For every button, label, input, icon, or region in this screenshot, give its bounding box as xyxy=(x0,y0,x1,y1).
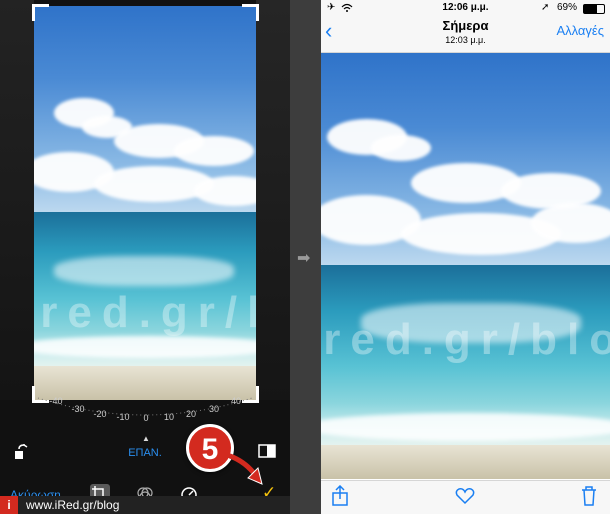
battery-icon xyxy=(583,4,605,14)
full-photo[interactable]: ired.gr/blog xyxy=(321,53,610,479)
dial-pointer-icon: ▲ xyxy=(142,434,150,443)
crop-handle-top-right[interactable] xyxy=(242,4,259,21)
dial-tick: 20 xyxy=(185,409,197,419)
dial-tick: -20 xyxy=(93,409,107,419)
share-icon[interactable] xyxy=(331,484,349,513)
dial-tick: -10 xyxy=(116,412,130,422)
rotate-icon[interactable] xyxy=(14,443,30,460)
photo-toolbar xyxy=(321,480,610,514)
edit-button[interactable]: Αλλαγές xyxy=(556,23,604,38)
location-icon: ➚ xyxy=(541,2,550,13)
dial-tick: 0 xyxy=(143,413,149,423)
pointer-arrow-icon xyxy=(227,453,263,485)
crop-handle-top-left[interactable] xyxy=(32,4,49,21)
battery-percent: 69% xyxy=(557,2,578,13)
watermark-url: www.iRed.gr/blog xyxy=(26,498,120,512)
watermark-overlay: ired.gr/blog xyxy=(34,288,256,337)
photo-foam xyxy=(321,413,610,441)
photo-sparkle xyxy=(54,256,234,286)
dial-tick: 30 xyxy=(208,404,220,414)
photo-foam xyxy=(34,336,256,358)
photo-cloud xyxy=(174,136,254,166)
dial-tick: 40 xyxy=(230,396,242,406)
editor-side-shade xyxy=(0,0,34,400)
revert-button[interactable]: ΕΠΑΝ. xyxy=(120,447,170,459)
dial-tick: -40 xyxy=(49,396,63,406)
photo-cloud xyxy=(371,135,431,161)
arrow-right-icon: ➡ xyxy=(297,250,311,267)
heart-icon[interactable] xyxy=(455,487,475,511)
photo-editor: ired.gr/blog -40 -30 -20 -10 0 10 20 30 … xyxy=(0,0,290,514)
watermark-bar: i www.iRed.gr/blog xyxy=(0,496,290,514)
nav-bar: ‹ Σήμερα 12:03 μ.μ. Αλλαγές xyxy=(321,16,610,53)
editor-side-shade xyxy=(256,0,290,400)
dial-tick: 10 xyxy=(163,412,175,422)
ired-logo: i xyxy=(0,496,18,514)
status-bar: ✈ 12:06 μ.μ. ➚ 69% xyxy=(321,0,610,16)
photo-sand xyxy=(321,445,610,479)
trash-icon[interactable] xyxy=(581,485,597,513)
watermark-overlay: ired.gr/blog xyxy=(321,315,610,364)
crop-photo[interactable]: ired.gr/blog xyxy=(34,6,256,400)
photos-viewer: ✈ 12:06 μ.μ. ➚ 69% ‹ Σήμερα 12:03 μ.μ. Α… xyxy=(321,0,610,514)
dial-tick: -30 xyxy=(71,404,85,414)
